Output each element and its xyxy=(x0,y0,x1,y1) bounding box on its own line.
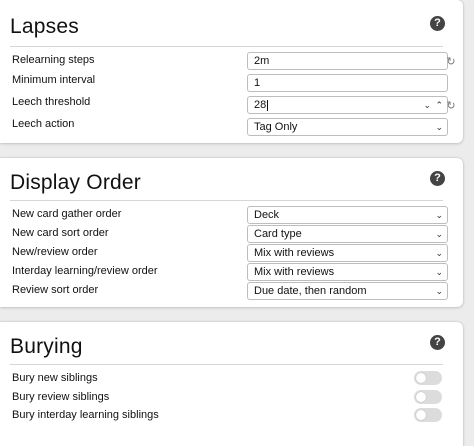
minimum-interval-row: Minimum interval 1 xyxy=(0,72,463,92)
interday-learning-review-order-label: Interday learning/review order xyxy=(12,265,158,277)
lapses-title: Lapses xyxy=(10,15,79,38)
relearning-steps-value: 2m xyxy=(254,55,270,67)
bury-new-siblings-toggle[interactable] xyxy=(414,371,442,385)
leech-threshold-spinbox[interactable]: 28 ⌄ ⌃ xyxy=(247,96,448,114)
new-card-gather-order-label: New card gather order xyxy=(12,208,122,220)
bury-new-siblings-row: Bury new siblings xyxy=(0,370,463,390)
leech-action-row: Leech action Tag Only ⌄ xyxy=(0,116,463,136)
leech-threshold-reset-icon[interactable]: ↻ xyxy=(445,100,457,112)
display-order-help-icon[interactable]: ? xyxy=(430,171,445,186)
toggle-knob xyxy=(416,410,426,420)
display-order-card: Display Order ? New card gather order De… xyxy=(0,158,463,307)
chevron-down-icon: ⌄ xyxy=(435,122,443,132)
relearning-steps-input[interactable]: 2m xyxy=(247,52,448,70)
display-order-divider xyxy=(10,200,443,201)
new-card-sort-order-row: New card sort order Card type ⌄ xyxy=(0,225,463,245)
interday-learning-review-order-select[interactable]: Mix with reviews ⌄ xyxy=(247,263,448,281)
burying-card: Burying ? Bury new siblings Bury review … xyxy=(0,322,463,446)
burying-title: Burying xyxy=(10,335,83,358)
chevron-down-icon: ⌄ xyxy=(435,210,443,220)
lapses-divider xyxy=(10,46,443,47)
bury-review-siblings-row: Bury review siblings xyxy=(0,389,463,409)
chevron-down-icon[interactable]: ⌄ xyxy=(423,97,431,113)
minimum-interval-label: Minimum interval xyxy=(12,74,96,86)
new-review-order-value: Mix with reviews xyxy=(254,247,335,259)
chevron-down-icon: ⌄ xyxy=(435,229,443,239)
minimum-interval-input[interactable]: 1 xyxy=(247,74,448,92)
text-caret xyxy=(267,99,269,111)
leech-threshold-label: Leech threshold xyxy=(12,96,91,108)
lapses-card: Lapses ? Relearning steps 2m ↻ Minimum i… xyxy=(0,0,463,143)
new-card-sort-order-label: New card sort order xyxy=(12,227,109,239)
chevron-down-icon: ⌄ xyxy=(435,267,443,277)
new-card-sort-order-value: Card type xyxy=(254,228,302,240)
bury-review-siblings-label: Bury review siblings xyxy=(12,391,110,403)
toggle-knob xyxy=(416,392,426,402)
new-card-sort-order-select[interactable]: Card type ⌄ xyxy=(247,225,448,243)
review-sort-order-label: Review sort order xyxy=(12,284,99,296)
relearning-steps-label: Relearning steps xyxy=(12,54,95,66)
bury-interday-learning-siblings-row: Bury interday learning siblings xyxy=(0,407,463,427)
new-card-gather-order-select[interactable]: Deck ⌄ xyxy=(247,206,448,224)
chevron-up-icon[interactable]: ⌃ xyxy=(435,97,443,113)
review-sort-order-select[interactable]: Due date, then random ⌄ xyxy=(247,282,448,300)
review-sort-order-row: Review sort order Due date, then random … xyxy=(0,282,463,302)
bury-new-siblings-label: Bury new siblings xyxy=(12,372,98,384)
new-review-order-label: New/review order xyxy=(12,246,98,258)
bury-interday-learning-siblings-toggle[interactable] xyxy=(414,408,442,422)
burying-help-icon[interactable]: ? xyxy=(430,335,445,350)
review-sort-order-value: Due date, then random xyxy=(254,285,367,297)
leech-action-label: Leech action xyxy=(12,118,75,130)
relearning-steps-row: Relearning steps 2m ↻ xyxy=(0,52,463,72)
relearning-steps-reset-icon[interactable]: ↻ xyxy=(445,56,457,68)
new-card-gather-order-row: New card gather order Deck ⌄ xyxy=(0,206,463,226)
chevron-down-icon: ⌄ xyxy=(435,286,443,296)
lapses-help-icon[interactable]: ? xyxy=(430,16,445,31)
toggle-knob xyxy=(416,373,426,383)
interday-learning-review-order-value: Mix with reviews xyxy=(254,266,335,278)
bury-review-siblings-toggle[interactable] xyxy=(414,390,442,404)
leech-action-value: Tag Only xyxy=(254,121,298,133)
interday-learning-review-order-row: Interday learning/review order Mix with … xyxy=(0,263,463,283)
new-card-gather-order-value: Deck xyxy=(254,209,280,221)
display-order-title: Display Order xyxy=(10,171,141,194)
leech-threshold-row: Leech threshold 28 ⌄ ⌃ ↻ xyxy=(0,94,463,114)
chevron-down-icon: ⌄ xyxy=(435,248,443,258)
leech-action-select[interactable]: Tag Only ⌄ xyxy=(247,118,448,136)
burying-divider xyxy=(10,364,443,365)
bury-interday-learning-siblings-label: Bury interday learning siblings xyxy=(12,409,159,421)
new-review-order-row: New/review order Mix with reviews ⌄ xyxy=(0,244,463,264)
minimum-interval-value: 1 xyxy=(254,77,261,89)
new-review-order-select[interactable]: Mix with reviews ⌄ xyxy=(247,244,448,262)
leech-threshold-value: 28 xyxy=(254,99,267,111)
